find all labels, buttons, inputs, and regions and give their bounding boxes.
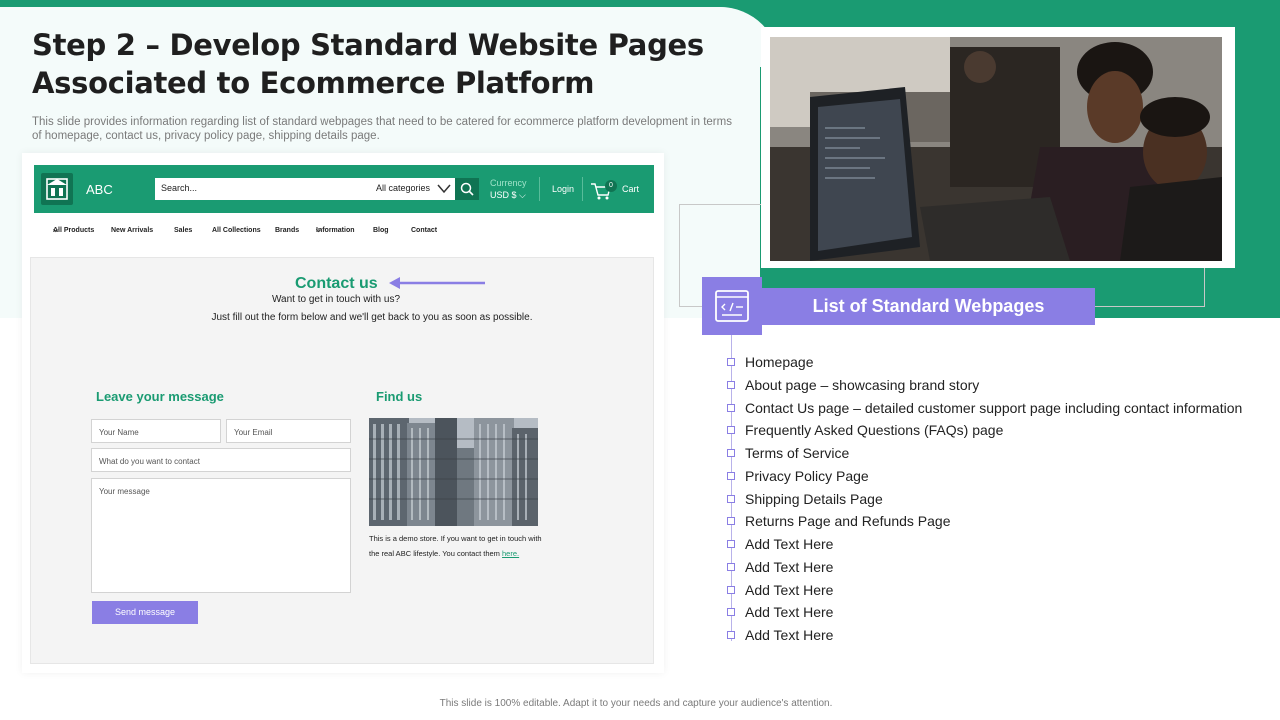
- currency-value: USD $: [490, 190, 517, 200]
- bullet-icon: [727, 540, 735, 548]
- list-item: About page – showcasing brand story: [727, 375, 1267, 398]
- bullet-icon: [727, 562, 735, 571]
- categories-select[interactable]: All categories: [376, 183, 430, 193]
- chevron-down-icon: [437, 182, 451, 194]
- search-placeholder: Search...: [161, 183, 198, 193]
- webpages-list: Homepage About page – showcasing brand s…: [727, 352, 1267, 648]
- list-item: Add Text Here: [727, 534, 1267, 557]
- list-item: Add Text Here: [727, 580, 1267, 603]
- list-item: Add Text Here: [727, 625, 1267, 648]
- menu-item-new-arrivals[interactable]: New Arrivals: [111, 227, 153, 234]
- message-field[interactable]: Your message: [91, 478, 351, 593]
- slide-footer: This slide is 100% editable. Adapt it to…: [439, 698, 833, 709]
- webpages-list-header: List of Standard Webpages: [762, 288, 1095, 325]
- currency-label: Currency: [490, 178, 527, 188]
- contact-title: Contact us: [295, 275, 378, 292]
- list-item: Privacy Policy Page: [727, 466, 1267, 489]
- list-item: Add Text Here: [727, 602, 1267, 625]
- bullet-icon: [727, 471, 735, 480]
- menu-item-sales[interactable]: Sales: [174, 227, 192, 234]
- bullet-icon: [727, 494, 735, 503]
- contact-instructions: Just fill out the form below and we'll g…: [211, 312, 533, 323]
- bullet-icon: [727, 380, 735, 389]
- city-buildings-image: [369, 418, 538, 526]
- list-item: Frequently Asked Questions (FAQs) page: [727, 420, 1267, 443]
- bullet-icon: [727, 426, 735, 435]
- find-us-heading: Find us: [376, 389, 423, 404]
- menu-item-all-products[interactable]: All Products ⌵: [53, 227, 94, 235]
- bullet-icon: [727, 608, 735, 617]
- brand-name[interactable]: ABC: [86, 182, 113, 197]
- bullet-icon: [727, 403, 735, 412]
- list-item: Returns Page and Refunds Page: [727, 511, 1267, 534]
- search-icon: [460, 182, 474, 196]
- list-item: Add Text Here: [727, 557, 1267, 580]
- menu-item-information[interactable]: Information ⌵: [316, 227, 355, 235]
- menu-item-contact[interactable]: Contact: [411, 227, 437, 234]
- demo-store-text: This is a demo store. If you want to get…: [369, 534, 542, 558]
- team-working-photo: [770, 37, 1222, 261]
- store-logo-icon[interactable]: [41, 173, 73, 205]
- chevron-down-icon: ⌵: [519, 190, 526, 200]
- menu-item-brands[interactable]: Brands: [275, 227, 299, 234]
- contact-subtitle: Want to get in touch with us?: [271, 294, 401, 305]
- bullet-icon: [727, 631, 735, 639]
- slide-title: Step 2 – Develop Standard Website Pages …: [32, 28, 704, 100]
- list-item: Terms of Service: [727, 443, 1267, 466]
- list-item: Shipping Details Page: [727, 489, 1267, 512]
- menu-item-all-collections[interactable]: All Collections: [212, 227, 261, 234]
- divider: [582, 177, 583, 201]
- arrow-left-icon: [388, 276, 488, 290]
- name-field[interactable]: Your Name: [91, 419, 221, 443]
- cart-link[interactable]: Cart: [622, 184, 639, 194]
- login-link[interactable]: Login: [552, 184, 574, 194]
- menu-item-blog[interactable]: Blog: [373, 227, 389, 234]
- divider: [539, 177, 540, 201]
- code-window-icon: [702, 277, 762, 335]
- slide-subtitle: This slide provides information regardin…: [32, 116, 732, 142]
- send-message-button[interactable]: Send message: [92, 601, 198, 624]
- bullet-icon: [727, 449, 735, 457]
- currency-select[interactable]: USD $ ⌵: [490, 190, 526, 201]
- cart-count-badge: 0: [605, 180, 617, 192]
- email-field[interactable]: Your Email: [226, 419, 351, 443]
- list-item: Contact Us page – detailed customer supp…: [727, 398, 1267, 421]
- contact-here-link[interactable]: here.: [502, 549, 519, 558]
- leave-message-heading: Leave your message: [96, 389, 224, 404]
- list-item: Homepage: [727, 352, 1267, 375]
- bullet-icon: [727, 358, 735, 366]
- bullet-icon: [727, 517, 735, 526]
- bullet-icon: [727, 585, 735, 594]
- subject-field[interactable]: What do you want to contact: [91, 448, 351, 472]
- search-button[interactable]: [455, 178, 479, 200]
